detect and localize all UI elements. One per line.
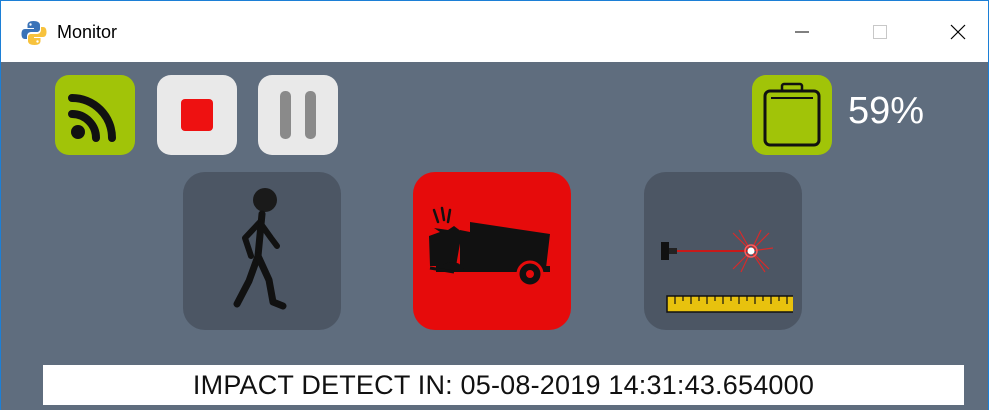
impact-status-banner: IMPACT DETECT IN: 05-08-2019 14:31:43.65… <box>43 365 964 405</box>
pause-button[interactable] <box>258 75 338 155</box>
close-icon <box>950 24 966 39</box>
title-bar[interactable]: Monitor <box>1 1 988 62</box>
minimize-icon <box>795 31 809 32</box>
impact-status <box>413 172 571 330</box>
laser-distance-status <box>644 172 802 330</box>
monitor-window: Monitor 59% IMPACT DETECT IN: 05-08-2019… <box>0 0 989 410</box>
stop-icon <box>181 99 213 131</box>
pause-icon <box>280 91 316 139</box>
battery-icon <box>763 82 821 147</box>
battery-indicator <box>752 75 832 155</box>
close-button[interactable] <box>928 1 988 62</box>
python-logo-icon <box>21 21 47 45</box>
truck-impact-icon <box>429 206 550 288</box>
pedestrian-status <box>183 172 341 330</box>
maximize-icon <box>873 24 887 39</box>
connection-button[interactable] <box>55 75 135 155</box>
battery-percentage: 59% <box>848 90 925 132</box>
minimize-button[interactable] <box>772 1 832 62</box>
laser-distance-icon <box>661 229 793 313</box>
maximize-button[interactable] <box>850 1 910 62</box>
pedestrian-walking-icon <box>233 188 287 310</box>
monitor-panel: 59% IMPACT DETECT IN: 05-08-2019 14:31:4… <box>1 62 988 410</box>
window-title: Monitor <box>57 22 118 42</box>
wifi-signal-icon <box>68 94 116 142</box>
stop-record-button[interactable] <box>157 75 237 155</box>
